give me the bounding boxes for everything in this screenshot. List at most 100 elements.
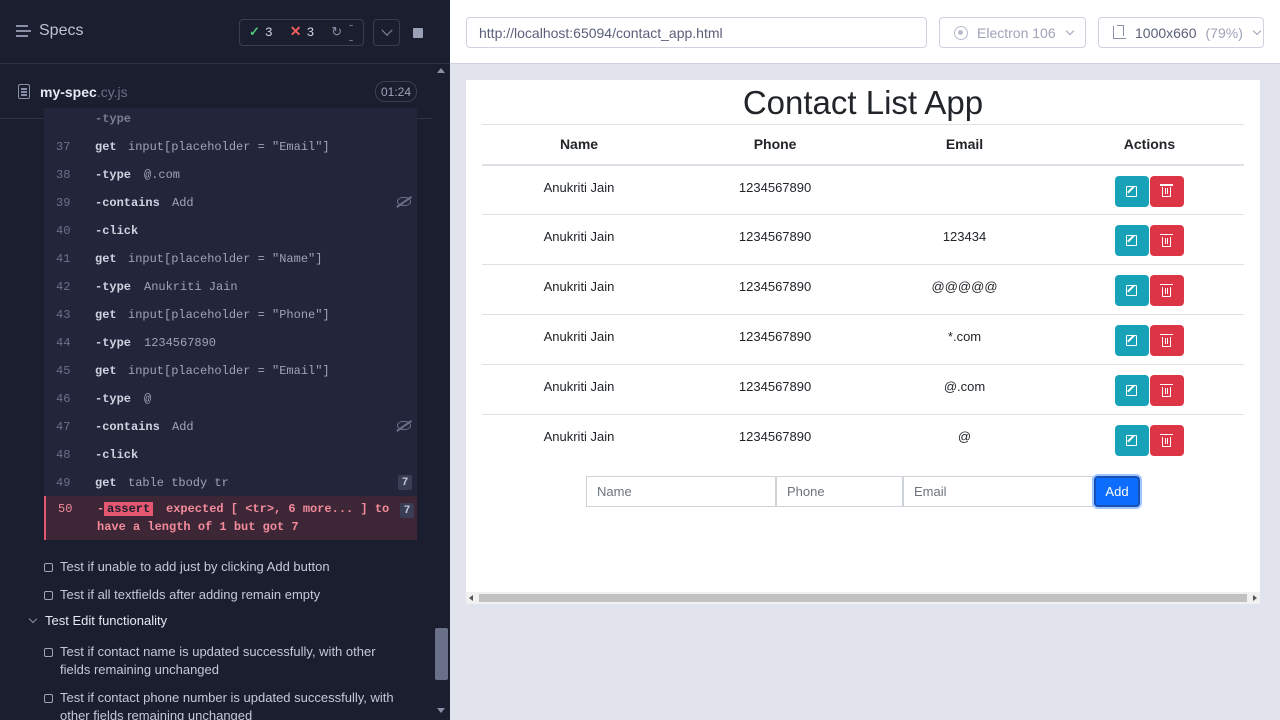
command-log: type 37 get input[placeholder = "Email"]…	[44, 108, 417, 540]
test-item[interactable]: Test if unable to add just by clicking A…	[44, 558, 404, 576]
command-line[interactable]: 46 type @	[44, 384, 417, 412]
reporter-scrollbar[interactable]	[433, 64, 450, 720]
cell-phone: 1234567890	[676, 364, 875, 415]
delete-button[interactable]	[1149, 425, 1184, 456]
stop-icon	[412, 27, 423, 38]
browser-selector[interactable]: Electron 106	[939, 17, 1086, 48]
table-row: Anukriti Jain 1234567890 123434	[482, 214, 1244, 265]
edit-button[interactable]	[1114, 325, 1149, 356]
edit-button[interactable]	[1114, 425, 1149, 456]
command-line[interactable]: 38 type @.com	[44, 160, 417, 188]
table-row: Anukriti Jain 1234567890	[482, 164, 1244, 215]
cell-name: Anukriti Jain	[482, 164, 677, 215]
electron-icon	[954, 25, 968, 40]
collapse-button[interactable]	[373, 19, 400, 46]
test-item[interactable]: Test if all textfields after adding rema…	[44, 586, 404, 604]
url-bar[interactable]: http://localhost:65094/contact_app.html	[466, 17, 927, 48]
trash-icon	[1160, 233, 1174, 247]
app-under-test-panel: http://localhost:65094/contact_app.html …	[450, 0, 1280, 720]
scrollbar-thumb[interactable]	[479, 594, 1247, 602]
column-header: Actions	[1054, 124, 1244, 166]
command-line[interactable]: 39 contains Add	[44, 188, 417, 216]
file-icon	[18, 84, 30, 99]
scroll-down-arrow[interactable]	[437, 708, 445, 713]
cell-name: Anukriti Jain	[482, 264, 677, 315]
command-line[interactable]: 48 click	[44, 440, 417, 468]
suite-header[interactable]: Test Edit functionality	[28, 613, 167, 628]
menu-icon	[16, 25, 31, 37]
edit-button[interactable]	[1114, 225, 1149, 256]
edit-button[interactable]	[1114, 375, 1149, 406]
cell-email	[874, 164, 1055, 215]
element-count-badge: 7	[398, 475, 412, 490]
command-line[interactable]: 42 type Anukriti Jain	[44, 272, 417, 300]
edit-icon	[1126, 185, 1138, 197]
spec-filename[interactable]: my-spec.cy.js	[40, 84, 128, 100]
chevron-down-icon	[380, 24, 393, 36]
command-line[interactable]: 44 type 1234567890	[44, 328, 417, 356]
edit-button[interactable]	[1114, 275, 1149, 306]
phone-input[interactable]	[776, 476, 903, 507]
edit-button[interactable]	[1114, 175, 1149, 207]
failed-count: ✕ 3	[289, 25, 315, 41]
eye-off-icon[interactable]	[397, 421, 411, 430]
pending-count: ↻ --	[331, 17, 355, 48]
command-line[interactable]: 43 get input[placeholder = "Phone"]	[44, 300, 417, 328]
failed-assertion[interactable]: 50 - assert expected [ <tr>, 6 more... ]…	[44, 496, 417, 540]
horizontal-scrollbar[interactable]	[466, 592, 1260, 604]
cell-phone: 1234567890	[676, 164, 875, 215]
command-line[interactable]: 40 click	[44, 216, 417, 244]
ruler-icon	[1113, 25, 1126, 39]
app-frame: Contact List App Name Phone Email Action…	[466, 80, 1260, 604]
command-line[interactable]: 41 get input[placeholder = "Name"]	[44, 244, 417, 272]
cell-name: Anukriti Jain	[482, 214, 677, 265]
command-line[interactable]: 37 get input[placeholder = "Email"]	[44, 132, 417, 160]
cell-name: Anukriti Jain	[482, 364, 677, 415]
cell-email: 123434	[874, 214, 1055, 265]
command-line[interactable]: 45 get input[placeholder = "Email"]	[44, 356, 417, 384]
cell-phone: 1234567890	[676, 264, 875, 315]
add-button[interactable]: Add	[1094, 476, 1140, 507]
table-row: Anukriti Jain 1234567890 @	[482, 415, 1244, 465]
delete-button[interactable]	[1149, 375, 1184, 406]
specs-nav[interactable]: Specs	[16, 22, 83, 40]
cell-phone: 1234567890	[676, 314, 875, 365]
delete-button[interactable]	[1149, 175, 1184, 207]
scrollbar-thumb[interactable]	[435, 628, 448, 680]
trash-icon	[1160, 333, 1174, 347]
test-stats: ✓ 3 ✕ 3 ↻ --	[239, 17, 364, 48]
eye-off-icon[interactable]	[397, 197, 411, 206]
test-item[interactable]: Test if contact phone number is updated …	[44, 689, 404, 720]
delete-button[interactable]	[1149, 275, 1184, 306]
element-count-badge: 7	[400, 503, 414, 518]
passed-count: ✓ 3	[249, 25, 273, 40]
edit-icon	[1126, 285, 1138, 296]
scroll-left-arrow[interactable]	[469, 595, 473, 601]
assertion-message-cont: have a length of 1 but got 7	[97, 520, 299, 534]
command-line[interactable]: 47 contains Add	[44, 412, 417, 440]
cell-actions	[1055, 415, 1244, 465]
chevron-down-icon	[1252, 26, 1262, 35]
reporter-header: Specs ✓ 3 ✕ 3 ↻ --	[0, 0, 450, 64]
spinner-icon: ↻	[331, 25, 343, 40]
email-input[interactable]	[903, 476, 1093, 507]
cell-name: Anukriti Jain	[543, 429, 615, 444]
scroll-right-arrow[interactable]	[1253, 595, 1257, 601]
cell-email: @.com	[874, 364, 1055, 415]
name-input[interactable]	[586, 476, 776, 507]
delete-button[interactable]	[1149, 225, 1184, 256]
assert-tag: assert	[104, 502, 154, 516]
test-item[interactable]: Test if contact name is updated successf…	[44, 643, 404, 679]
delete-button[interactable]	[1149, 325, 1184, 356]
trash-icon	[1160, 283, 1174, 297]
assertion-message: expected [ <tr>, 6 more... ] to	[166, 502, 390, 516]
chevron-down-icon	[28, 614, 38, 624]
spec-duration: 01:24	[375, 81, 417, 102]
edit-icon	[1126, 385, 1138, 396]
command-line[interactable]: 49 get table tbody tr 7	[44, 468, 417, 496]
column-header: Phone	[676, 124, 875, 166]
stop-button[interactable]	[404, 19, 431, 46]
viewport-selector[interactable]: 1000x660 (79%)	[1098, 17, 1264, 48]
edit-icon	[1126, 235, 1138, 246]
scroll-up-arrow[interactable]	[437, 68, 445, 73]
